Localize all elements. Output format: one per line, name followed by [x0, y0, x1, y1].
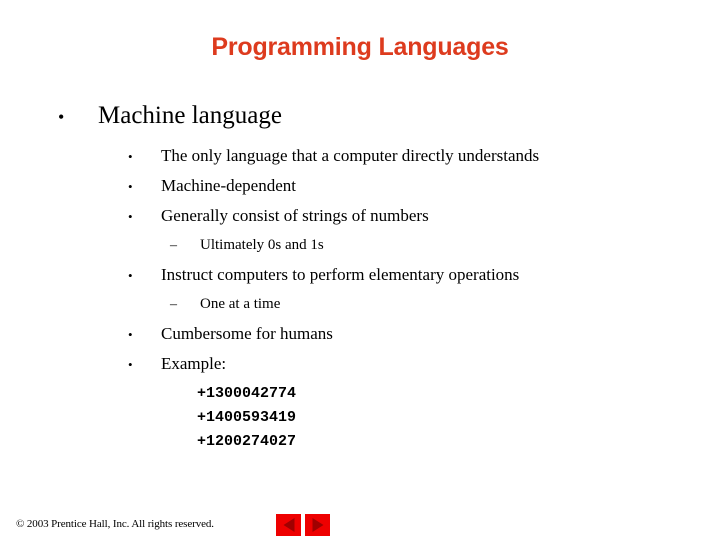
- list-item-label: Example:: [161, 354, 227, 373]
- outline-item-level1-label: Machine language: [98, 102, 282, 129]
- page-title: Programming Languages: [211, 33, 509, 61]
- bullet-marker-icon: •: [128, 179, 133, 194]
- list-item-label: Cumbersome for humans: [161, 324, 333, 343]
- triangle-right-icon: [312, 518, 323, 532]
- list-item-label: Ultimately 0s and 1s: [200, 237, 324, 253]
- code-line: +1400593419: [197, 409, 297, 426]
- dash-marker-icon: –: [170, 297, 177, 312]
- list-item-label: One at a time: [200, 296, 281, 312]
- list-item: • Cumbersome for humans: [0, 319, 720, 349]
- code-example-block: +1300042774 +1400593419 +1200274027: [0, 382, 720, 454]
- list-item: – Ultimately 0s and 1s: [0, 231, 720, 260]
- outline-item-level1: • Machine language: [0, 100, 720, 133]
- list-item: • Generally consist of strings of number…: [0, 201, 720, 231]
- code-line: +1200274027: [197, 433, 297, 450]
- list-item: • Instruct computers to perform elementa…: [0, 260, 720, 290]
- triangle-left-icon: [283, 518, 294, 532]
- list-item-label: Instruct computers to perform elementary…: [161, 265, 520, 284]
- previous-slide-button[interactable]: [276, 514, 301, 536]
- bullet-marker-icon: •: [128, 268, 133, 283]
- bullet-marker-icon: •: [58, 107, 65, 127]
- dash-marker-icon: –: [170, 238, 177, 253]
- code-line: +1300042774: [197, 385, 297, 402]
- list-item-label: Generally consist of strings of numbers: [161, 206, 429, 225]
- bullet-marker-icon: •: [128, 149, 133, 164]
- list-item: • Machine-dependent: [0, 171, 720, 201]
- bullet-marker-icon: •: [128, 327, 133, 342]
- list-item-label: Machine-dependent: [161, 176, 296, 195]
- list-item-label: The only language that a computer direct…: [161, 146, 540, 165]
- copyright-notice: © 2003 Prentice Hall, Inc. All rights re…: [16, 518, 214, 530]
- bullet-marker-icon: •: [128, 357, 133, 372]
- slide: Programming Languages • Machine language…: [0, 0, 720, 540]
- slide-body: • Machine language • The only language t…: [0, 100, 720, 454]
- list-item: • The only language that a computer dire…: [0, 141, 720, 171]
- list-item: – One at a time: [0, 290, 720, 319]
- list-item: • Example:: [0, 349, 720, 379]
- next-slide-button[interactable]: [305, 514, 330, 536]
- slide-navigation: [276, 514, 330, 536]
- bullet-marker-icon: •: [128, 209, 133, 224]
